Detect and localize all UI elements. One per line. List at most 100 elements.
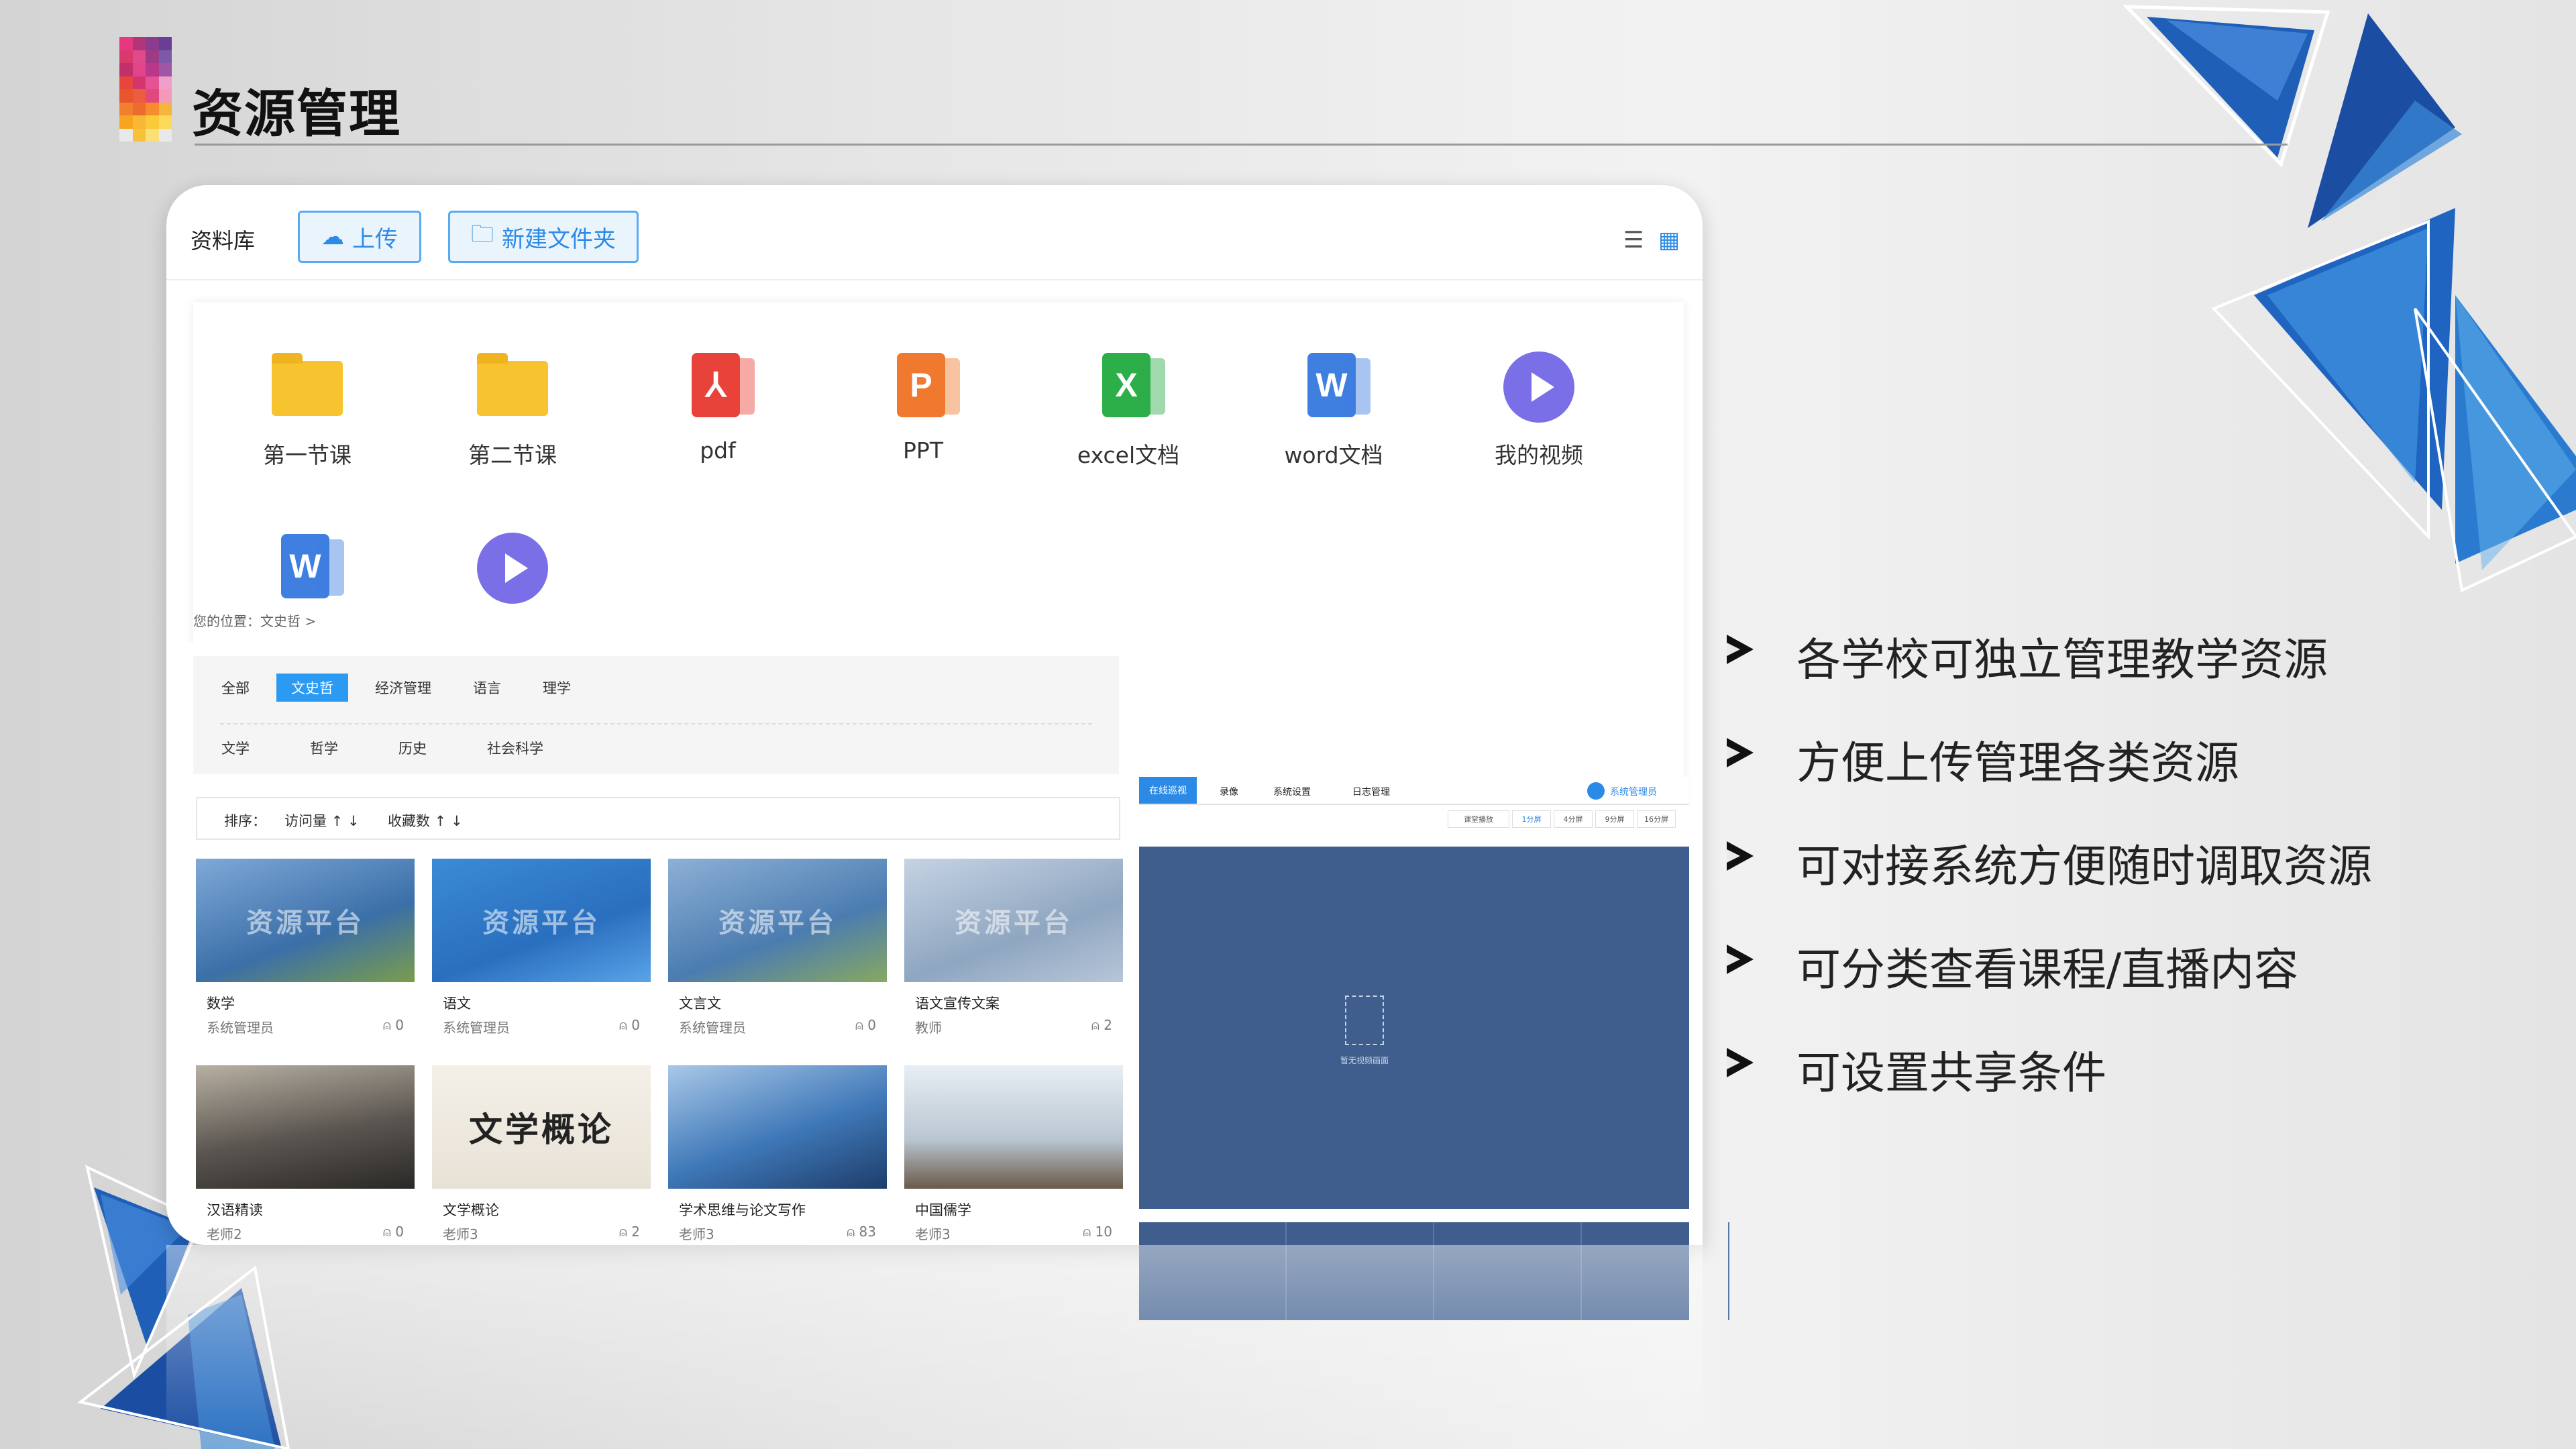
file-item-folder-1[interactable]: 第一节课 — [240, 350, 374, 470]
filter-chip[interactable]: 语言 — [458, 674, 516, 702]
filter-chip[interactable]: 历史 — [384, 734, 441, 762]
filter-chip[interactable]: 经济管理 — [360, 674, 446, 702]
new-folder-button[interactable]: 🗀 新建文件夹 — [448, 211, 639, 263]
file-item-ppt[interactable]: P PPT — [856, 350, 990, 464]
video-play-icon — [1502, 350, 1576, 424]
tab-recording[interactable]: 录像 — [1220, 785, 1238, 798]
course-thumbnail — [668, 1065, 887, 1189]
view-count: ⍝ 2 — [1091, 1017, 1112, 1033]
new-folder-button-label: 新建文件夹 — [502, 225, 616, 253]
word-icon: W — [1297, 350, 1371, 424]
video-play-icon — [476, 531, 549, 605]
no-video-text: 暂无视频画面 — [1340, 1056, 1389, 1065]
course-author: 系统管理员 ⍝ 0 — [443, 1017, 640, 1036]
arrowhead-bullet-icon — [1727, 1048, 1754, 1077]
file-item-video-2[interactable] — [445, 531, 580, 605]
avatar[interactable] — [1587, 782, 1605, 800]
upload-button-label: 上传 — [352, 225, 398, 253]
sort-by-visits[interactable]: 访问量 ↑ ↓ — [284, 810, 360, 830]
layout-segment[interactable]: 16分屏 — [1637, 810, 1676, 828]
filter-chip[interactable]: 理学 — [528, 674, 586, 702]
course-thumbnail: 资源平台 — [196, 859, 415, 982]
course-card[interactable]: 汉语精读 老师2 ⍝ 0 — [196, 1065, 415, 1242]
sliders-icon[interactable]: ☰ — [1623, 227, 1644, 254]
layout-segment[interactable]: 4分屏 — [1554, 810, 1593, 828]
layout-segment[interactable]: 课堂播放 — [1448, 810, 1509, 828]
view-count: ⍝ 83 — [847, 1224, 876, 1240]
arrowhead-bullet-icon — [1727, 945, 1754, 974]
view-count: ⍝ 0 — [382, 1017, 404, 1033]
view-count: ⍝ 0 — [382, 1224, 404, 1240]
file-item-video[interactable]: 我的视频 — [1472, 350, 1606, 470]
sort-by-favorites[interactable]: 收藏数 ↑ ↓ — [388, 810, 463, 830]
title-divider — [195, 144, 2288, 146]
folder-outline-icon: 🗀 — [471, 220, 494, 248]
course-name: 数学 — [207, 996, 235, 1012]
filter-chip[interactable]: 全部 — [207, 674, 264, 702]
course-thumbnail — [196, 1065, 415, 1189]
arrowhead-bullet-icon — [1727, 841, 1754, 871]
course-author: 老师3 ⍝ 83 — [679, 1224, 876, 1242]
page-title: 资源管理 — [192, 84, 401, 144]
course-name: 汉语精读 — [207, 1202, 263, 1218]
live-video-screen[interactable]: 暂无视频画面 — [1139, 847, 1689, 1209]
course-card[interactable]: 资源平台 语文宣传文案 教师 ⍝ 2 — [904, 859, 1123, 1040]
course-card[interactable]: 资源平台 文言文 系统管理员 ⍝ 0 — [668, 859, 887, 1040]
upload-button[interactable]: ☁ 上传 — [298, 211, 421, 263]
file-item-word[interactable]: W word文档 — [1267, 350, 1401, 470]
course-author: 系统管理员 ⍝ 0 — [207, 1017, 404, 1036]
category-filter: 全部 文史哲 经济管理 语言 理学 文学 哲学 历史 社会科学 — [193, 656, 1119, 774]
course-name: 语文宣传文案 — [915, 996, 1000, 1012]
feature-text: 可分类查看课程/直播内容 — [1796, 944, 2299, 996]
layout-segment[interactable]: 1分屏 — [1512, 810, 1551, 828]
course-name: 语文 — [443, 996, 471, 1012]
course-card[interactable]: 中国儒学 老师3 ⍝ 10 — [904, 1065, 1123, 1242]
folder-icon — [270, 350, 344, 424]
filter-chip[interactable]: 哲学 — [295, 734, 353, 762]
course-thumbnail — [904, 1065, 1123, 1189]
course-name: 文言文 — [679, 996, 721, 1012]
file-label: 第二节课 — [468, 442, 557, 468]
course-card[interactable]: 文学概论 文学概论 老师3 ⍝ 2 — [432, 1065, 651, 1242]
filter-chip[interactable]: 社会科学 — [472, 734, 558, 762]
grid-view-icon[interactable]: ▦ — [1658, 227, 1680, 254]
course-author: 系统管理员 ⍝ 0 — [679, 1017, 876, 1036]
excel-icon: X — [1091, 350, 1165, 424]
panel-reflection — [166, 1245, 1703, 1449]
file-label: pdf — [700, 437, 736, 464]
filter-row-primary: 全部 文史哲 经济管理 语言 理学 — [207, 674, 586, 702]
feature-text: 各学校可独立管理教学资源 — [1796, 634, 2328, 686]
folder-icon — [476, 350, 549, 424]
live-top-nav: 在线巡视 录像 系统设置 日志管理 系统管理员 — [1139, 777, 1689, 805]
user-name[interactable]: 系统管理员 — [1610, 785, 1657, 798]
course-name: 文学概论 — [443, 1202, 499, 1218]
layout-segment[interactable]: 9分屏 — [1595, 810, 1634, 828]
course-card[interactable]: 资源平台 数学 系统管理员 ⍝ 0 — [196, 859, 415, 1040]
library-title: 资料库 — [191, 228, 256, 254]
tab-log-management[interactable]: 日志管理 — [1352, 785, 1390, 798]
course-card[interactable]: 资源平台 语文 系统管理员 ⍝ 0 — [432, 859, 651, 1040]
file-item-excel[interactable]: X excel文档 — [1061, 350, 1195, 470]
course-thumbnail: 资源平台 — [668, 859, 887, 982]
feature-text: 方便上传管理各类资源 — [1796, 737, 2239, 789]
course-thumbnail: 资源平台 — [904, 859, 1123, 982]
tab-system-settings[interactable]: 系统设置 — [1273, 785, 1311, 798]
course-author: 老师2 ⍝ 0 — [207, 1224, 404, 1242]
filter-chip[interactable]: 文学 — [207, 734, 264, 762]
course-card[interactable]: 学术思维与论文写作 老师3 ⍝ 83 — [668, 1065, 887, 1242]
breadcrumb: 您的位置：文史哲 > — [193, 613, 317, 629]
view-count: ⍝ 0 — [855, 1017, 876, 1033]
arrowhead-bullet-icon — [1727, 635, 1754, 664]
file-item-pdf[interactable]: ⅄ pdf — [651, 350, 785, 464]
file-item-word-2[interactable]: W — [240, 531, 374, 605]
course-author: 老师3 ⍝ 10 — [915, 1224, 1112, 1242]
word-icon: W — [270, 531, 344, 605]
filter-chip-active[interactable]: 文史哲 — [276, 674, 348, 702]
file-label: PPT — [903, 437, 943, 464]
tab-online-patrol[interactable]: 在线巡视 — [1139, 777, 1197, 804]
course-name: 学术思维与论文写作 — [679, 1202, 806, 1218]
course-name: 中国儒学 — [915, 1202, 971, 1218]
file-item-folder-2[interactable]: 第二节课 — [445, 350, 580, 470]
video-camera-icon — [1345, 996, 1384, 1045]
course-thumbnail: 文学概论 — [432, 1065, 651, 1189]
